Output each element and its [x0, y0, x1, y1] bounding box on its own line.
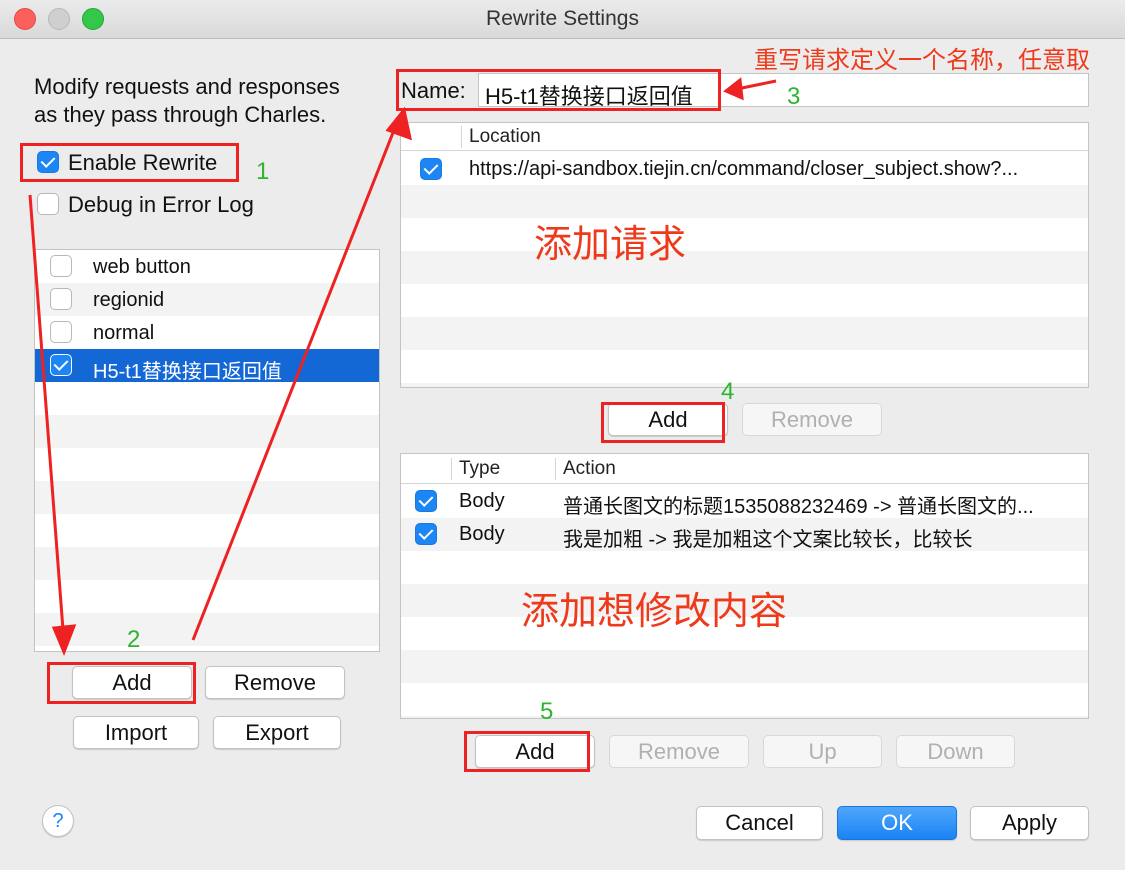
arrow-to-name-field	[191, 119, 400, 641]
arrow-to-add-set	[28, 194, 66, 644]
arrow-head-add-set	[51, 624, 77, 657]
arrow-head-name-note	[723, 77, 744, 101]
annotation-arrows	[28, 77, 777, 657]
